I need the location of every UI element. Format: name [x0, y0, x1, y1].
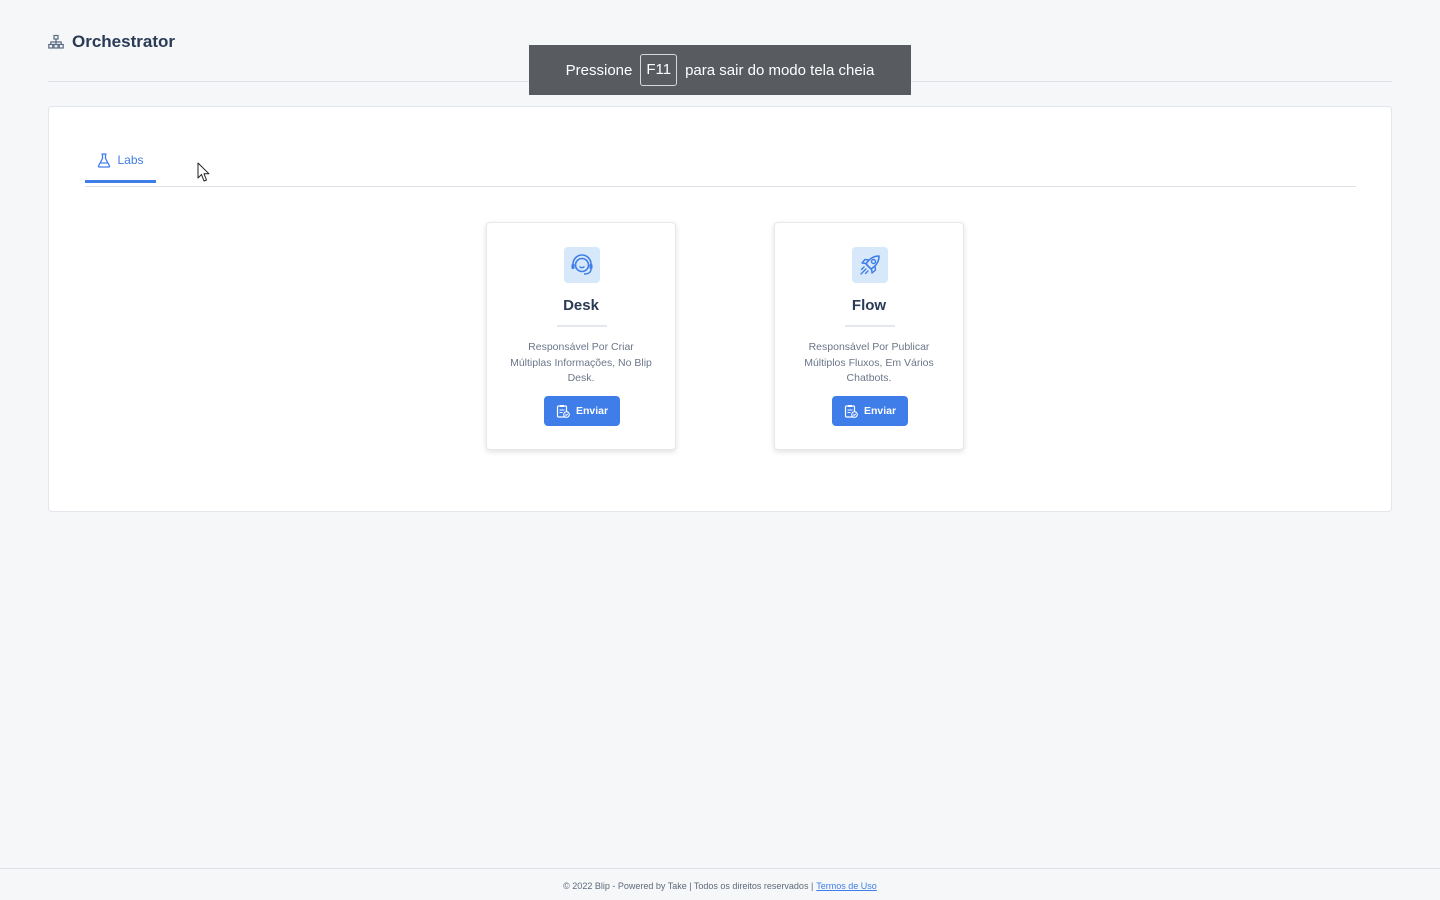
flow-divider [845, 325, 895, 327]
tab-labs-label: Labs [117, 153, 144, 167]
terms-link[interactable]: Termos de Uso [816, 881, 877, 891]
fullscreen-toast: Pressione F11 para sair do modo tela che… [529, 45, 911, 95]
sitemap-icon [48, 34, 64, 50]
desk-send-button[interactable]: Enviar [544, 396, 620, 426]
tab-bar: Labs [85, 145, 1356, 187]
flow-send-button[interactable]: Enviar [832, 396, 908, 426]
mouse-cursor-icon [197, 162, 211, 183]
toast-key: F11 [640, 54, 678, 86]
toast-prefix: Pressione [565, 61, 633, 79]
desk-title: Desk [563, 297, 599, 314]
desk-card: Desk Responsável Por Criar Múltiplas Inf… [486, 222, 676, 450]
flask-icon [97, 153, 111, 168]
page-title: Orchestrator [72, 32, 175, 51]
clipboard-icon [844, 404, 858, 418]
footer-text: © 2022 Blip - Powered by Take | Todos os… [563, 880, 814, 891]
flow-send-label: Enviar [863, 405, 897, 417]
headset-icon [564, 247, 600, 283]
main-panel: Labs Desk Responsável Por Criar Múltipla… [48, 106, 1392, 512]
rocket-icon [852, 247, 888, 283]
flow-title: Flow [851, 297, 887, 314]
desk-description: Responsável Por Criar Múltiplas Informaç… [510, 341, 652, 384]
tab-labs[interactable]: Labs [85, 145, 156, 183]
flow-card: Flow Responsável Por Publicar Múltiplos … [774, 222, 964, 450]
toast-suffix: para sair do modo tela cheia [685, 61, 875, 79]
page-footer: © 2022 Blip - Powered by Take | Todos os… [0, 868, 1440, 900]
desk-divider [557, 325, 607, 327]
app-title: Orchestrator [48, 32, 175, 52]
clipboard-icon [556, 404, 570, 418]
flow-description: Responsável Por Publicar Múltiplos Fluxo… [804, 341, 934, 384]
desk-send-label: Enviar [575, 405, 609, 417]
